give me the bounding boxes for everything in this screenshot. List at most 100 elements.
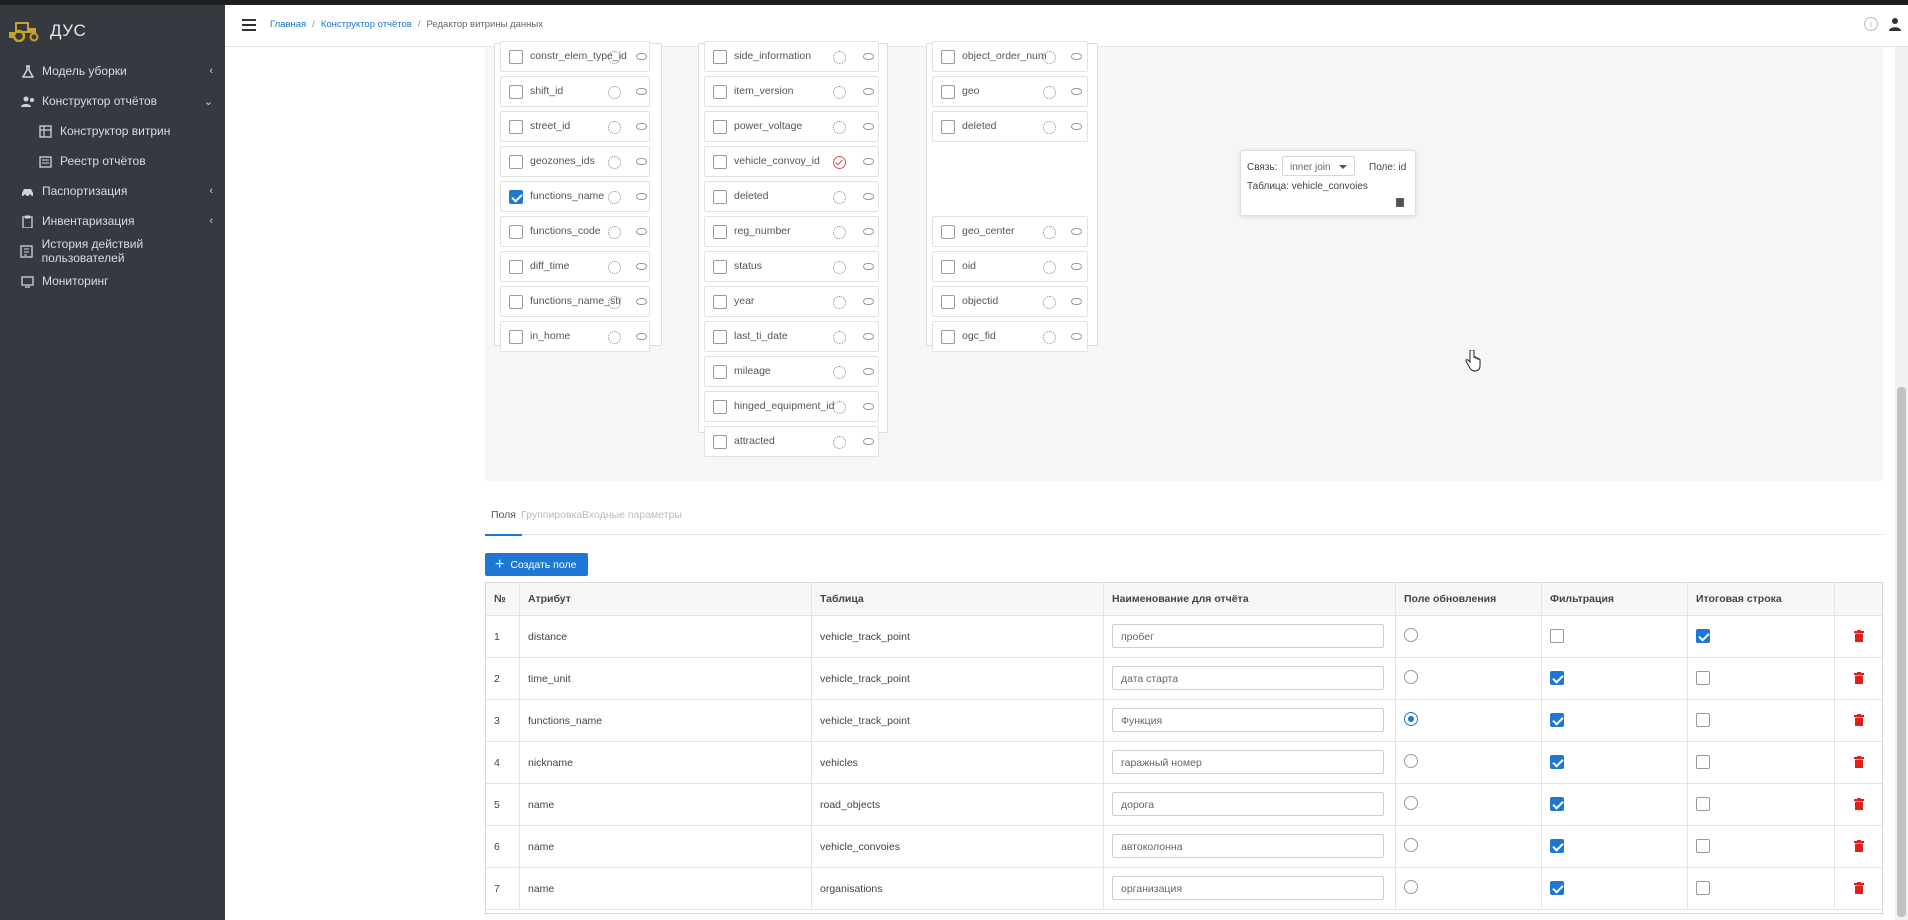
field-checkbox[interactable] — [941, 260, 955, 274]
field-checkbox[interactable] — [941, 50, 955, 64]
filter-checkbox[interactable] — [1550, 629, 1564, 643]
link-icon[interactable] — [608, 331, 621, 344]
field-checkbox[interactable] — [941, 330, 955, 344]
eye-icon[interactable] — [1071, 263, 1082, 270]
eye-icon[interactable] — [1071, 228, 1082, 235]
eye-icon[interactable] — [863, 438, 874, 445]
update-field-radio[interactable] — [1404, 880, 1418, 894]
join-type-select[interactable]: inner join — [1282, 156, 1355, 176]
table-field-row[interactable]: street_id — [500, 111, 650, 142]
eye-icon[interactable] — [863, 88, 874, 95]
table-field-row[interactable]: constr_elem_type_id — [500, 41, 650, 72]
link-icon[interactable] — [833, 51, 846, 64]
update-field-radio[interactable] — [1404, 838, 1418, 852]
total-row-checkbox[interactable] — [1696, 881, 1710, 895]
link-icon[interactable] — [1043, 86, 1056, 99]
total-row-checkbox[interactable] — [1696, 629, 1710, 643]
link-icon[interactable] — [833, 296, 846, 309]
eye-icon[interactable] — [863, 368, 874, 375]
page-scrollbar[interactable] — [1895, 47, 1908, 920]
eye-icon[interactable] — [636, 88, 647, 95]
total-row-checkbox[interactable] — [1696, 797, 1710, 811]
report-name-input[interactable]: пробег — [1112, 624, 1384, 648]
delete-row-icon[interactable] — [1854, 756, 1864, 768]
table-field-row[interactable]: mileage — [704, 356, 879, 387]
field-checkbox[interactable] — [713, 330, 727, 344]
eye-icon[interactable] — [863, 263, 874, 270]
table-field-row[interactable]: deleted — [704, 181, 879, 212]
sidebar-item[interactable]: История действий пользователей — [0, 236, 225, 266]
table-field-row[interactable]: vehicle_convoy_id — [704, 146, 879, 177]
field-checkbox[interactable] — [509, 295, 523, 309]
eye-icon[interactable] — [1071, 298, 1082, 305]
eye-icon[interactable] — [1071, 333, 1082, 340]
eye-icon[interactable] — [863, 123, 874, 130]
table-field-row[interactable]: in_home — [500, 321, 650, 352]
create-field-button[interactable]: + Создать поле — [485, 553, 588, 576]
eye-icon[interactable] — [863, 298, 874, 305]
link-icon[interactable] — [1043, 331, 1056, 344]
link-icon[interactable] — [608, 296, 621, 309]
field-checkbox[interactable] — [713, 225, 727, 239]
filter-checkbox[interactable] — [1550, 839, 1564, 853]
field-checkbox[interactable] — [509, 120, 523, 134]
sidebar-item[interactable]: Реестр отчётов — [0, 146, 225, 176]
breadcrumb-home-link[interactable]: Главная — [270, 19, 306, 30]
table-field-row[interactable]: functions_name — [500, 181, 650, 212]
field-checkbox[interactable] — [509, 260, 523, 274]
table-field-row[interactable]: object_order_num — [932, 41, 1088, 72]
field-checkbox[interactable] — [509, 190, 523, 204]
filter-checkbox[interactable] — [1550, 755, 1564, 769]
table-field-row[interactable]: status — [704, 251, 879, 282]
field-checkbox[interactable] — [509, 50, 523, 64]
eye-icon[interactable] — [863, 193, 874, 200]
filter-checkbox[interactable] — [1550, 671, 1564, 685]
table-field-row[interactable]: geo_center — [932, 216, 1088, 247]
field-checkbox[interactable] — [713, 50, 727, 64]
table-field-row[interactable]: objectid — [932, 286, 1088, 317]
eye-icon[interactable] — [636, 298, 647, 305]
filter-checkbox[interactable] — [1550, 713, 1564, 727]
link-icon[interactable] — [608, 51, 621, 64]
link-icon[interactable] — [1043, 261, 1056, 274]
link-icon[interactable] — [1043, 296, 1056, 309]
total-row-checkbox[interactable] — [1696, 713, 1710, 727]
link-icon[interactable] — [1043, 226, 1056, 239]
link-icon[interactable] — [833, 436, 846, 449]
eye-icon[interactable] — [1071, 53, 1082, 60]
user-icon[interactable] — [1888, 17, 1902, 31]
link-icon[interactable] — [608, 156, 621, 169]
sidebar-item[interactable]: Паспортизация ‹ — [0, 176, 225, 206]
filter-checkbox[interactable] — [1550, 881, 1564, 895]
field-checkbox[interactable] — [713, 435, 727, 449]
app-logo[interactable]: ДУС — [8, 18, 86, 44]
report-name-input[interactable]: автоколонна — [1112, 834, 1384, 858]
link-icon[interactable] — [833, 121, 846, 134]
data-mart-canvas[interactable]: Связь: inner join Поле: id Таблица: vehi… — [485, 41, 1883, 481]
link-icon[interactable] — [833, 86, 846, 99]
table-field-row[interactable]: deleted — [932, 111, 1088, 142]
eye-icon[interactable] — [636, 158, 647, 165]
table-field-row[interactable]: functions_name_str — [500, 286, 650, 317]
delete-row-icon[interactable] — [1854, 840, 1864, 852]
report-name-input[interactable]: дорога — [1112, 792, 1384, 816]
menu-toggle-icon[interactable] — [242, 19, 256, 31]
delete-row-icon[interactable] — [1854, 714, 1864, 726]
table-field-row[interactable]: hinged_equipment_id — [704, 391, 879, 422]
eye-icon[interactable] — [636, 333, 647, 340]
update-field-radio[interactable] — [1404, 796, 1418, 810]
table-field-row[interactable]: diff_time — [500, 251, 650, 282]
table-field-row[interactable]: item_version — [704, 76, 879, 107]
eye-icon[interactable] — [636, 193, 647, 200]
eye-icon[interactable] — [863, 53, 874, 60]
table-field-row[interactable]: year — [704, 286, 879, 317]
field-checkbox[interactable] — [713, 120, 727, 134]
join-popup[interactable]: Связь: inner join Поле: id Таблица: vehi… — [1240, 150, 1416, 216]
tab-fields[interactable]: Поля — [491, 509, 516, 521]
report-name-input[interactable]: гаражный номер — [1112, 750, 1384, 774]
field-checkbox[interactable] — [713, 295, 727, 309]
eye-icon[interactable] — [1071, 88, 1082, 95]
total-row-checkbox[interactable] — [1696, 755, 1710, 769]
field-checkbox[interactable] — [509, 155, 523, 169]
sidebar-item[interactable]: Конструктор витрин — [0, 116, 225, 146]
